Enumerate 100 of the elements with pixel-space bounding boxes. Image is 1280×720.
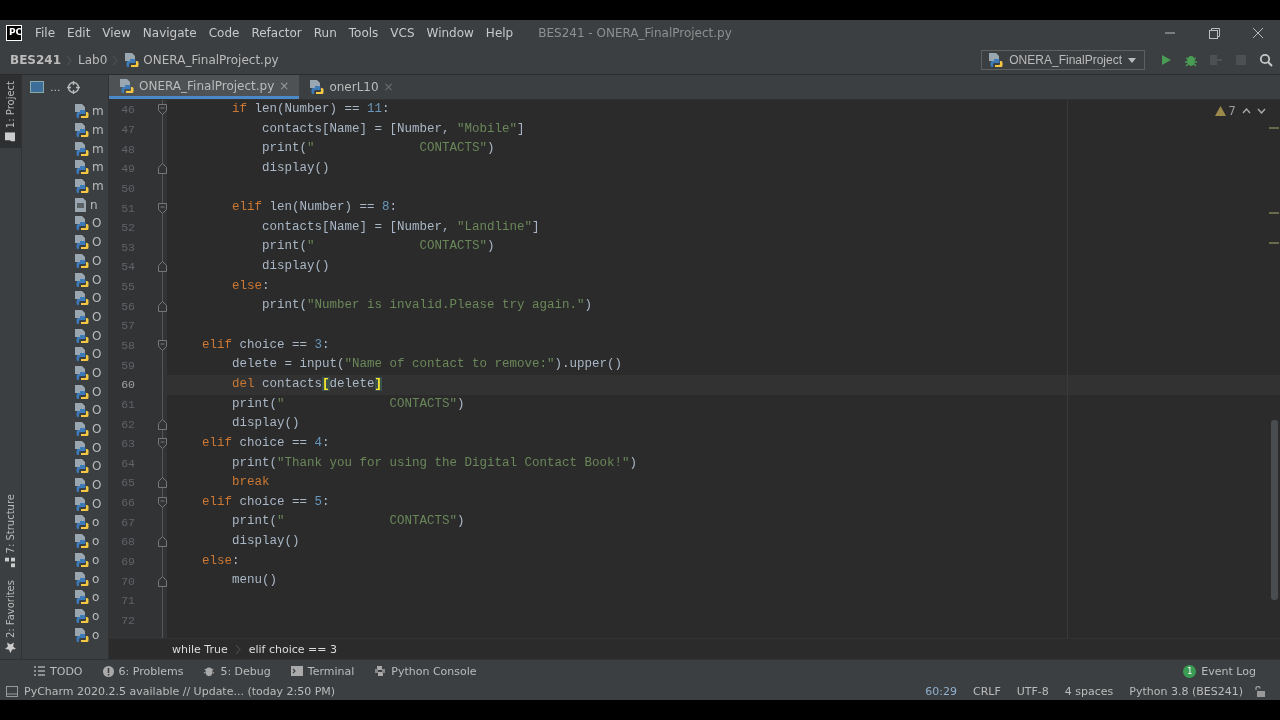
project-item[interactable]: O	[22, 401, 108, 420]
tool-window-button[interactable]: 5: Debug	[197, 664, 277, 678]
code-line: elif choice == 3:	[201, 337, 330, 352]
project-item[interactable]: m	[22, 158, 108, 177]
code-line: delete = input("Name of contact to remove:").upper()	[231, 357, 623, 372]
project-item[interactable]: o	[22, 569, 108, 588]
event-log-button[interactable]: 1 Event Log	[1177, 663, 1262, 679]
crosshair-icon[interactable]	[66, 80, 80, 94]
menu-item[interactable]: Run	[308, 24, 342, 42]
menu-item[interactable]: Edit	[62, 24, 96, 42]
project-item[interactable]: o	[22, 531, 108, 551]
menu-item[interactable]: Navigate	[137, 24, 202, 42]
project-item[interactable]: O	[22, 251, 108, 271]
project-item[interactable]: O	[22, 214, 108, 233]
notification-badge: 1	[1183, 664, 1197, 678]
breadcrumb-item[interactable]: Lab0	[78, 53, 108, 67]
project-item[interactable]: n	[22, 195, 108, 215]
code-line: if len(Number) == 11:	[231, 102, 390, 116]
status-message[interactable]: PyCharm 2020.2.5 available // Update... (today 2:50 PM)	[24, 684, 336, 698]
menu-item[interactable]: VCS	[385, 24, 420, 42]
menu-item[interactable]: File	[30, 24, 61, 42]
panel-icon[interactable]	[6, 685, 18, 697]
status-field[interactable]: Python 3.8 (BES241)	[1124, 684, 1248, 698]
python-file-icon	[74, 495, 89, 512]
breadcrumb-item[interactable]: while True	[172, 642, 228, 656]
lock-icon[interactable]	[1254, 685, 1266, 697]
fold-marker-icon[interactable]	[158, 575, 167, 587]
window-icon[interactable]	[30, 81, 44, 93]
project-item[interactable]: O	[22, 363, 108, 383]
project-item[interactable]: O	[22, 457, 108, 476]
menu-item[interactable]: Code	[203, 24, 245, 42]
code-line: else:	[231, 278, 270, 293]
close-icon[interactable]: ×	[279, 78, 290, 93]
project-item[interactable]: O	[22, 494, 108, 514]
fold-marker-icon[interactable]	[158, 261, 167, 273]
project-item[interactable]: m	[22, 176, 108, 196]
project-item[interactable]: O	[22, 419, 108, 439]
breadcrumb-item[interactable]: elif choice == 3	[248, 642, 337, 656]
tool-window-button[interactable]: 6: Problems	[96, 664, 190, 678]
search-icon	[1259, 53, 1273, 67]
project-item[interactable]: o	[22, 587, 108, 607]
python-file-icon	[74, 346, 89, 363]
project-item[interactable]: o	[22, 625, 108, 644]
run-configuration-dropdown[interactable]: ONERA_FinalProject	[981, 50, 1145, 70]
python-file-icon	[74, 234, 89, 251]
project-item[interactable]: O	[22, 232, 108, 252]
fold-marker-icon[interactable]	[158, 536, 167, 548]
project-item[interactable]: o	[22, 606, 108, 626]
fold-marker-icon[interactable]	[158, 104, 167, 116]
python-file-icon	[74, 589, 89, 606]
status-field[interactable]: 4 spaces	[1059, 684, 1119, 698]
tool-window-tab[interactable]: 2: Favorites	[0, 573, 21, 659]
fold-marker-icon[interactable]	[158, 300, 167, 312]
menu-item[interactable]: View	[97, 24, 136, 42]
project-item[interactable]: O	[22, 344, 108, 364]
code-line: print(" CONTACTS")	[231, 514, 465, 529]
warning-count[interactable]: 7	[1215, 104, 1236, 118]
status-field[interactable]: CRLF	[967, 684, 1006, 698]
scrollbar[interactable]	[1271, 420, 1278, 600]
fold-marker-icon[interactable]	[158, 477, 167, 489]
tool-window-tab[interactable]: 1: Project	[0, 75, 21, 149]
project-item[interactable]: O	[22, 475, 108, 495]
status-field[interactable]: UTF-8	[1011, 684, 1054, 698]
fold-marker-icon[interactable]	[158, 438, 167, 450]
python-file-icon	[74, 178, 89, 195]
code-line: print("Thank you for using the Digital Contact Book!")	[231, 455, 638, 470]
bug-icon	[1184, 53, 1198, 67]
project-item[interactable]: O	[22, 382, 108, 401]
editor-tab[interactable]: onerL10 ×	[299, 75, 404, 99]
project-item[interactable]: O	[22, 307, 108, 327]
tool-window-button[interactable]: Terminal	[284, 664, 361, 678]
project-item[interactable]: o	[22, 550, 108, 570]
menu-item[interactable]: Window	[421, 24, 479, 42]
project-item[interactable]: o	[22, 513, 108, 532]
fold-marker-icon[interactable]	[158, 163, 167, 175]
fold-marker-icon[interactable]	[158, 202, 167, 214]
project-item[interactable]: O	[22, 326, 108, 345]
status-field[interactable]: 60:29	[920, 684, 962, 698]
tool-window-button[interactable]: Python Console	[368, 664, 483, 678]
project-item[interactable]: O	[22, 270, 108, 289]
menu-item[interactable]: Refactor	[246, 24, 307, 42]
python-file-icon	[74, 551, 89, 568]
tool-window-button[interactable]: TODO	[28, 664, 89, 678]
python-file-icon	[74, 533, 89, 550]
breadcrumb-item[interactable]: ONERA_FinalProject.py	[124, 52, 279, 68]
tool-window-tab[interactable]: 7: Structure	[0, 488, 21, 574]
project-item[interactable]: O	[22, 438, 108, 458]
project-item[interactable]: m	[22, 102, 108, 121]
warning-icon	[1215, 106, 1227, 116]
menu-item[interactable]: Help	[480, 24, 519, 42]
project-item[interactable]: m	[22, 120, 108, 140]
breadcrumb-item[interactable]: BES241	[10, 53, 62, 67]
menu-item[interactable]: Tools	[343, 24, 384, 42]
project-item[interactable]: O	[22, 288, 108, 308]
view-selector[interactable]: ...	[50, 80, 61, 94]
project-item[interactable]: m	[22, 139, 108, 159]
fold-marker-icon[interactable]	[158, 340, 167, 351]
editor-tab[interactable]: ONERA_FinalProject.py ×	[109, 75, 300, 99]
fold-marker-icon[interactable]	[158, 418, 167, 430]
fold-marker-icon[interactable]	[158, 497, 167, 509]
